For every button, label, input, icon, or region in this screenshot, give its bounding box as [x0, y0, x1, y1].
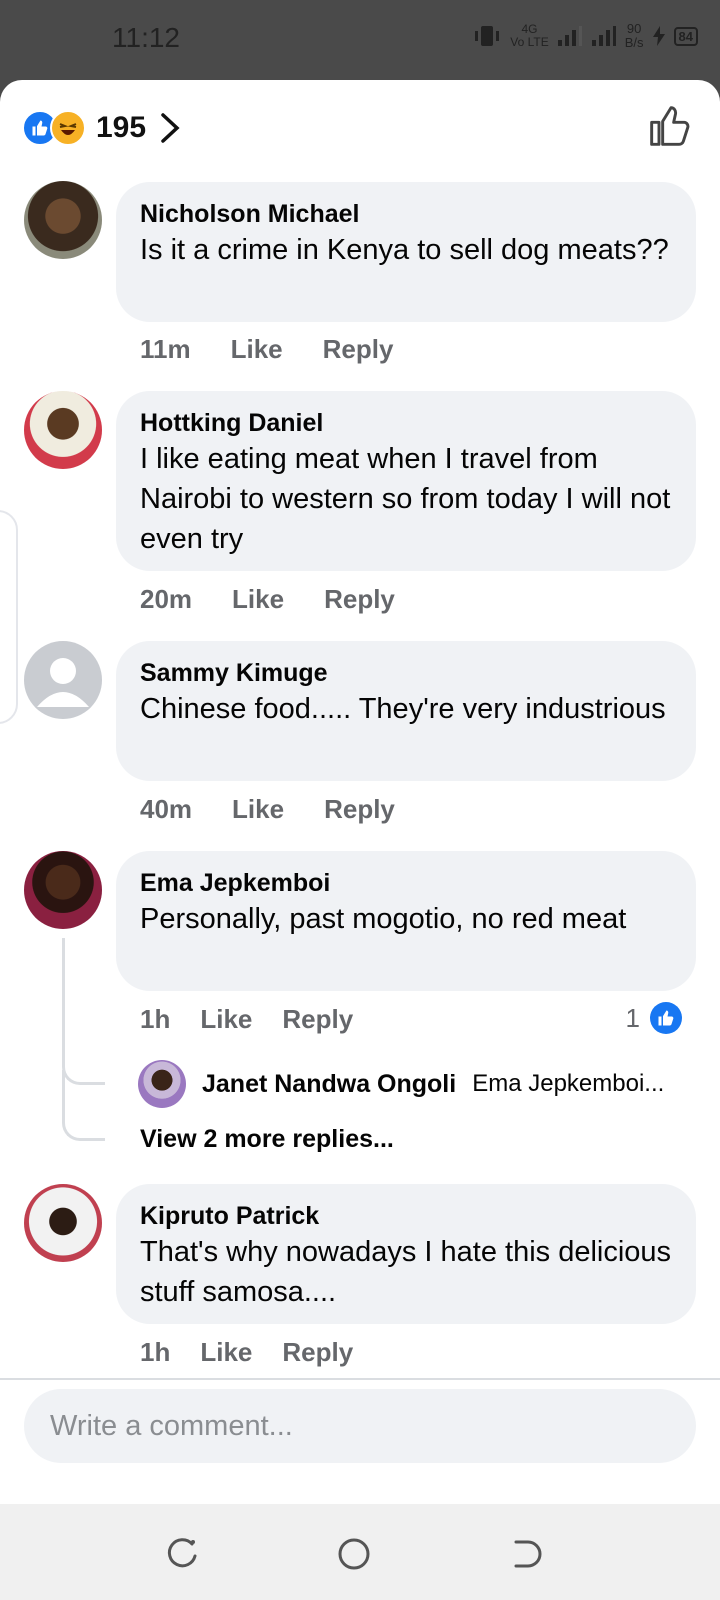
reply-button[interactable]: Reply [282, 1004, 353, 1035]
comment-composer[interactable] [24, 1389, 696, 1463]
like-button[interactable]: Like [232, 794, 284, 825]
comment-text: Is it a crime in Kenya to sell dog meats… [140, 234, 669, 266]
side-handle[interactable] [0, 510, 18, 724]
comment-input[interactable] [48, 1408, 672, 1444]
comment-actions: 40m Like Reply [140, 794, 395, 825]
comment-time[interactable]: 11m [140, 334, 191, 365]
like-button[interactable]: Like [200, 1004, 252, 1035]
home-icon[interactable] [334, 1534, 374, 1574]
comment-time[interactable]: 1h [140, 1004, 170, 1035]
thread-line [62, 938, 105, 1085]
reply-preview[interactable]: Janet Nandwa Ongoli Ema Jepkemboi... [138, 1060, 698, 1108]
comment-like-count[interactable]: 1 [626, 1002, 682, 1034]
avatar[interactable] [138, 1060, 186, 1108]
status-icons: 4G Vo LTE 90 B/s 84 [472, 22, 698, 50]
avatar[interactable] [24, 1184, 102, 1262]
reply-preview-text: Ema Jepkemboi... [472, 1070, 665, 1097]
commenter-name[interactable]: Ema Jepkemboi [140, 867, 672, 899]
view-more-replies-link[interactable]: View 2 more replies... [140, 1125, 394, 1154]
comment-text: I like eating meat when I travel from Na… [140, 443, 671, 555]
haha-reaction-icon [50, 110, 86, 146]
system-navigation-bar [0, 1504, 720, 1600]
comment-bubble[interactable]: Ema Jepkemboi Personally, past mogotio, … [116, 851, 696, 991]
comment-actions: 20m Like Reply [140, 584, 395, 615]
like-button[interactable]: Like [232, 584, 284, 615]
status-bar: 11:12 4G Vo LTE 90 B/s 84 [0, 0, 720, 80]
comment-bubble[interactable]: Sammy Kimuge Chinese food..... They're v… [116, 641, 696, 781]
like-button[interactable]: Like [231, 334, 283, 365]
comment-bubble[interactable]: Kipruto Patrick That's why nowadays I ha… [116, 1184, 696, 1324]
reply-button[interactable]: Reply [323, 334, 394, 365]
comment-bubble[interactable]: Hottking Daniel I like eating meat when … [116, 391, 696, 571]
status-time: 11:12 [112, 22, 180, 53]
comment-time[interactable]: 1h [140, 1337, 170, 1368]
signal-icon [557, 26, 582, 46]
reply-author-name[interactable]: Janet Nandwa Ongoli [202, 1070, 456, 1099]
comment-actions: 1h Like Reply [140, 1004, 353, 1035]
comment-text: That's why nowadays I hate this deliciou… [140, 1236, 672, 1308]
recents-icon[interactable] [162, 1534, 202, 1574]
avatar[interactable] [24, 391, 102, 469]
comment-bubble[interactable]: Nicholson Michael Is it a crime in Kenya… [116, 182, 696, 322]
commenter-name[interactable]: Kipruto Patrick [140, 1200, 672, 1232]
composer-divider [0, 1378, 720, 1380]
comment-actions: 11m Like Reply [140, 334, 393, 365]
comment-text: Personally, past mogotio, no red meat [140, 903, 627, 935]
charging-icon [652, 26, 665, 46]
vibrate-icon [475, 26, 500, 46]
avatar[interactable] [24, 851, 102, 929]
like-post-icon[interactable] [648, 104, 692, 148]
back-icon[interactable] [506, 1534, 546, 1574]
thread-line [62, 1070, 105, 1141]
chevron-right-icon[interactable] [160, 112, 180, 144]
default-avatar-icon[interactable] [24, 641, 102, 719]
like-badge-icon [650, 1002, 682, 1034]
commenter-name[interactable]: Hottking Daniel [140, 407, 672, 439]
reply-button[interactable]: Reply [324, 584, 395, 615]
reply-button[interactable]: Reply [324, 794, 395, 825]
like-button[interactable]: Like [200, 1337, 252, 1368]
reaction-count: 195 [96, 111, 147, 144]
reactions-summary[interactable]: 195 [22, 108, 180, 148]
comment-time[interactable]: 20m [140, 584, 192, 615]
comment-actions: 1h Like Reply [140, 1337, 353, 1368]
comment-text: Chinese food..... They're very industrio… [140, 693, 666, 725]
reply-button[interactable]: Reply [282, 1337, 353, 1368]
commenter-name[interactable]: Nicholson Michael [140, 198, 672, 230]
comments-sheet[interactable]: 195 Nicholson Michael Is it a crime in K… [0, 80, 720, 1504]
commenter-name[interactable]: Sammy Kimuge [140, 657, 672, 689]
signal-icon-2 [591, 26, 616, 46]
network-speed: 90 B/s [624, 21, 644, 50]
network-type: 4G Vo LTE [510, 22, 549, 49]
avatar[interactable] [24, 181, 102, 259]
battery-icon: 84 [673, 26, 698, 46]
comment-time[interactable]: 40m [140, 794, 192, 825]
